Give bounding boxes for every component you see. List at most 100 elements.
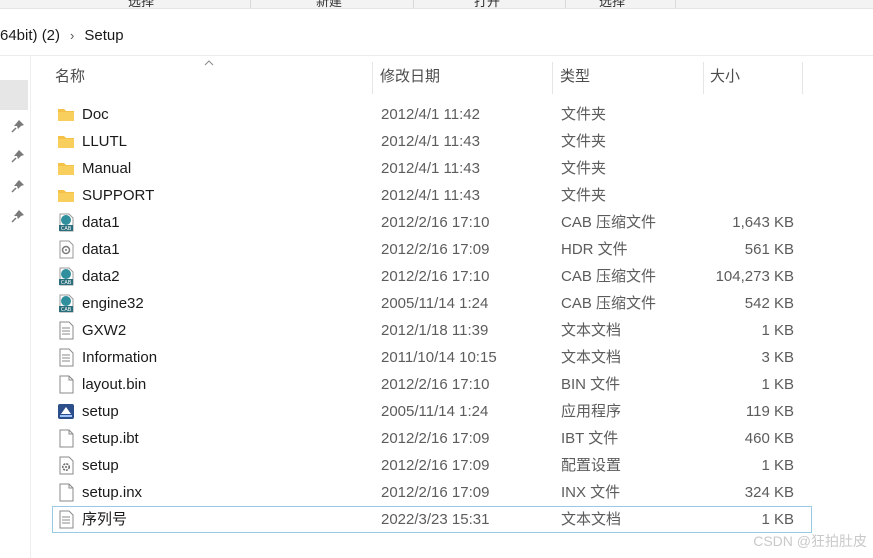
file-row[interactable]: Manual 2012/4/1 11:43 文件夹 xyxy=(52,155,812,182)
svg-text:CAB: CAB xyxy=(61,226,72,232)
blank-file-icon xyxy=(57,483,75,502)
file-row[interactable]: Information 2011/10/14 10:15 文本文档 3 KB xyxy=(52,344,812,371)
file-size: 1 KB xyxy=(761,322,794,339)
cab-file-icon: CAB xyxy=(57,213,75,232)
toolbar-select-label[interactable]: 选择 xyxy=(599,0,625,10)
file-type: 文件夹 xyxy=(561,106,607,123)
chevron-right-icon[interactable]: › xyxy=(70,28,74,43)
file-row[interactable]: setup 2012/2/16 17:09 配置设置 1 KB xyxy=(52,452,812,479)
file-name: data1 xyxy=(82,241,120,258)
file-row[interactable]: setup.inx 2012/2/16 17:09 INX 文件 324 KB xyxy=(52,479,812,506)
column-divider[interactable] xyxy=(703,62,704,94)
file-row[interactable]: CAB data2 2012/2/16 17:10 CAB 压缩文件 104,273 K… xyxy=(52,263,812,290)
folder-icon xyxy=(57,132,75,151)
column-divider[interactable] xyxy=(372,62,373,94)
file-date-modified: 2012/4/1 11:43 xyxy=(381,133,480,150)
navigation-pane xyxy=(0,56,31,558)
toolbar-divider xyxy=(675,0,676,8)
file-name: data1 xyxy=(82,214,120,231)
toolbar-new-label[interactable]: 新建 xyxy=(316,0,342,10)
file-name: setup.inx xyxy=(82,484,143,501)
blank-file-icon xyxy=(57,375,75,394)
toolbar-select-label[interactable]: 选择 xyxy=(128,0,154,10)
file-list: Doc 2012/4/1 11:42 文件夹 LLUTL 2012/4/1 11:43 文… xyxy=(52,101,812,533)
file-row[interactable]: LLUTL 2012/4/1 11:43 文件夹 xyxy=(52,128,812,155)
svg-text:CAB: CAB xyxy=(61,280,72,286)
file-row[interactable]: setup 2005/11/14 1:24 应用程序 119 KB xyxy=(52,398,812,425)
column-divider[interactable] xyxy=(552,62,553,94)
file-size: 104,273 KB xyxy=(715,268,794,285)
file-size: 561 KB xyxy=(744,241,794,258)
column-header-size[interactable]: 大小 xyxy=(707,58,805,94)
file-date-modified: 2012/2/16 17:10 xyxy=(381,376,490,393)
hdr-file-icon xyxy=(57,240,75,259)
file-date-modified: 2005/11/14 1:24 xyxy=(381,295,489,312)
file-date-modified: 2012/4/1 11:43 xyxy=(381,160,480,177)
file-row[interactable]: layout.bin 2012/2/16 17:10 BIN 文件 1 KB xyxy=(52,371,812,398)
toolbar-divider xyxy=(250,0,251,8)
file-row[interactable]: Doc 2012/4/1 11:42 文件夹 xyxy=(52,101,812,128)
file-row[interactable]: CAB data1 2012/2/16 17:10 CAB 压缩文件 1,643 KB xyxy=(52,209,812,236)
file-row[interactable]: CAB engine32 2005/11/14 1:24 CAB 压缩文件 542 KB xyxy=(52,290,812,317)
file-type: 应用程序 xyxy=(561,403,622,420)
config-file-icon xyxy=(57,456,75,475)
file-row[interactable]: data1 2012/2/16 17:09 HDR 文件 561 KB xyxy=(52,236,812,263)
folder-icon xyxy=(57,159,75,178)
file-name: Information xyxy=(82,349,158,366)
file-name: setup xyxy=(82,457,119,474)
file-row[interactable]: 序列号 2022/3/23 15:31 文本文档 1 KB xyxy=(52,506,812,533)
file-name: Manual xyxy=(82,160,132,177)
file-size: 542 KB xyxy=(744,295,794,312)
file-size: 460 KB xyxy=(744,430,794,447)
pin-icon[interactable] xyxy=(11,149,25,163)
file-size: 3 KB xyxy=(761,349,794,366)
file-type: CAB 压缩文件 xyxy=(561,295,657,312)
column-header-type[interactable]: 类型 xyxy=(557,58,705,94)
file-date-modified: 2011/10/14 10:15 xyxy=(381,349,497,366)
pin-icon[interactable] xyxy=(11,209,25,223)
file-type: CAB 压缩文件 xyxy=(561,268,657,285)
column-divider[interactable] xyxy=(802,62,803,94)
nav-selected-item[interactable] xyxy=(0,80,28,110)
file-type: 文件夹 xyxy=(561,187,607,204)
file-name: SUPPORT xyxy=(82,187,155,204)
file-type: 文本文档 xyxy=(561,322,622,339)
file-name: engine32 xyxy=(82,295,144,312)
file-date-modified: 2012/2/16 17:09 xyxy=(381,241,490,258)
folder-icon xyxy=(57,105,75,124)
file-type: 文本文档 xyxy=(561,349,622,366)
file-name: setup.ibt xyxy=(82,430,139,447)
file-name: data2 xyxy=(82,268,120,285)
file-type: 配置设置 xyxy=(561,457,622,474)
file-name: LLUTL xyxy=(82,133,128,150)
text-file-icon xyxy=(57,510,75,529)
file-date-modified: 2012/1/18 11:39 xyxy=(381,322,489,339)
file-row[interactable]: SUPPORT 2012/4/1 11:43 文件夹 xyxy=(52,182,812,209)
file-type: CAB 压缩文件 xyxy=(561,214,657,231)
file-type: HDR 文件 xyxy=(561,241,628,258)
pin-icon[interactable] xyxy=(11,179,25,193)
text-file-icon xyxy=(57,348,75,367)
text-file-icon xyxy=(57,321,75,340)
file-row[interactable]: setup.ibt 2012/2/16 17:09 IBT 文件 460 KB xyxy=(52,425,812,452)
pin-icon[interactable] xyxy=(11,119,25,133)
svg-text:CAB: CAB xyxy=(61,307,72,313)
file-type: 文本文档 xyxy=(561,511,622,528)
column-header-name[interactable]: 名称 xyxy=(52,58,373,94)
breadcrumb-parent[interactable]: 64bit) (2) xyxy=(0,27,60,44)
toolbar-divider xyxy=(413,0,414,8)
folder-icon xyxy=(57,186,75,205)
file-name: 序列号 xyxy=(82,511,128,528)
file-size: 119 KB xyxy=(745,403,794,420)
column-header-date[interactable]: 修改日期 xyxy=(377,58,555,94)
file-date-modified: 2012/4/1 11:43 xyxy=(381,187,480,204)
toolbar-open-label[interactable]: 打开 xyxy=(474,0,500,10)
file-type: 文件夹 xyxy=(561,160,607,177)
file-row[interactable]: GXW2 2012/1/18 11:39 文本文档 1 KB xyxy=(52,317,812,344)
breadcrumb-current[interactable]: Setup xyxy=(84,27,123,44)
file-type: 文件夹 xyxy=(561,133,607,150)
column-header-row: 名称 修改日期 类型 大小 xyxy=(52,58,812,94)
blank-file-icon xyxy=(57,429,75,448)
file-date-modified: 2005/11/14 1:24 xyxy=(381,403,489,420)
file-type: IBT 文件 xyxy=(561,430,619,447)
